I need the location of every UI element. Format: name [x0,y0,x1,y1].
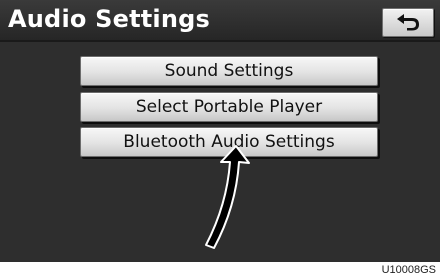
audio-settings-screen: Audio Settings Sound Settings Select Por… [0,0,440,262]
pointer-arrow-icon [205,145,250,249]
figure-code-label: U10008GS [381,264,436,276]
